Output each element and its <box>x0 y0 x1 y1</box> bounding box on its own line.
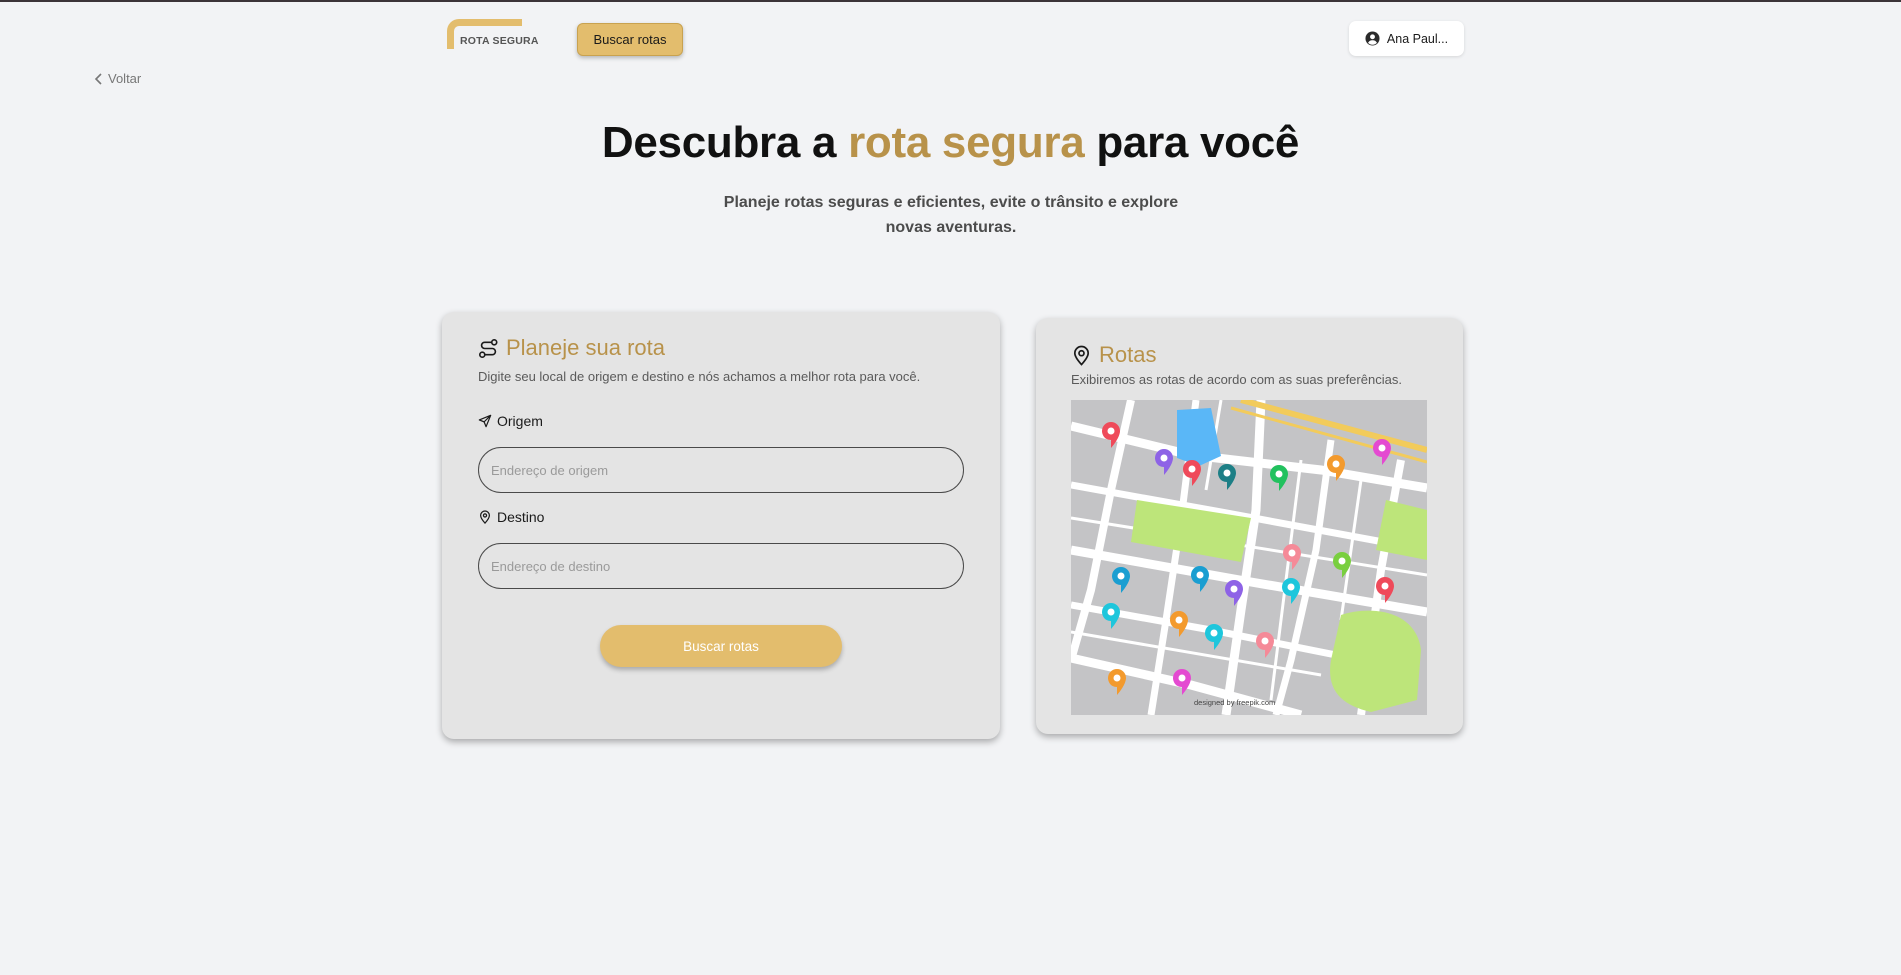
plan-card-title: Planeje sua rota <box>478 335 665 361</box>
routes-card-title: Rotas <box>1071 342 1156 368</box>
page-title: Descubra a rota segura para você <box>0 118 1901 168</box>
plan-route-card: Planeje sua rota Digite seu local de ori… <box>442 312 1000 739</box>
user-menu-button[interactable]: Ana Paul... <box>1349 21 1464 56</box>
map-credit: designed by freepik.com <box>1194 698 1275 707</box>
map-pin-icon <box>480 510 490 524</box>
map-illustration[interactable]: designed by freepik.com <box>1071 400 1427 715</box>
destination-input[interactable] <box>478 543 964 589</box>
plan-card-description: Digite seu local de origem e destino e n… <box>478 369 921 384</box>
origin-input[interactable] <box>478 447 964 493</box>
origin-label-text: Origem <box>497 413 543 429</box>
route-icon <box>479 338 498 358</box>
search-routes-button[interactable]: Buscar rotas <box>600 625 842 667</box>
title-accent: rota segura <box>848 118 1085 167</box>
send-icon <box>478 414 492 428</box>
origin-label: Origem <box>478 413 543 429</box>
user-circle-icon <box>1365 31 1380 46</box>
logo-text: ROTA SEGURA <box>460 35 539 47</box>
routes-card-description: Exibiremos as rotas de acordo com as sua… <box>1071 372 1402 387</box>
nav-buscar-rotas-button[interactable]: Buscar rotas <box>577 23 683 56</box>
park-area <box>1330 610 1421 712</box>
page-subtitle: Planeje rotas seguras e eficientes, evit… <box>723 194 1179 236</box>
chevron-left-icon <box>94 72 102 85</box>
title-post: para você <box>1084 118 1300 167</box>
destination-label-text: Destino <box>497 509 545 525</box>
back-label: Voltar <box>108 71 142 86</box>
map-pin-icon <box>1073 345 1090 366</box>
title-pre: Descubra a <box>601 118 849 167</box>
plan-card-title-text: Planeje sua rota <box>506 335 665 360</box>
back-link[interactable]: Voltar <box>94 71 141 86</box>
routes-card: Rotas Exibiremos as rotas de acordo com … <box>1036 318 1463 734</box>
user-name: Ana Paul... <box>1386 31 1449 46</box>
logo[interactable]: ROTA SEGURA <box>443 17 543 55</box>
destination-label: Destino <box>478 509 544 525</box>
routes-card-title-text: Rotas <box>1099 342 1157 367</box>
top-border <box>0 0 1901 2</box>
